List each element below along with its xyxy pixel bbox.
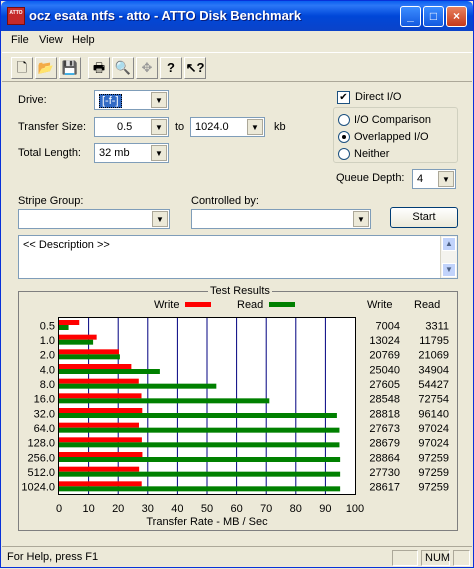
test-results-title: Test Results <box>208 285 272 297</box>
transfer-to-value: 1024.0 <box>195 121 229 133</box>
chevron-down-icon: ▼ <box>152 211 168 227</box>
overlapped-io-label: Overlapped I/O <box>354 131 429 143</box>
neither-label: Neither <box>354 148 390 160</box>
menu-file[interactable]: File <box>11 34 29 46</box>
chevron-down-icon: ▼ <box>247 119 263 135</box>
menu-help[interactable]: Help <box>72 34 95 46</box>
description-text: << Description >> <box>23 239 110 251</box>
description-textarea[interactable]: << Description >> ▲ ▼ <box>18 235 458 279</box>
total-length-label: Total Length: <box>18 147 81 159</box>
atto-app-icon: ATTO <box>7 7 25 25</box>
read-bar <box>59 413 337 418</box>
scroll-down-icon[interactable]: ▼ <box>442 263 456 277</box>
status-num-indicator: NUM <box>421 550 450 566</box>
read-bar <box>59 339 94 345</box>
overlapped-io-radio[interactable] <box>338 131 350 143</box>
menu-view[interactable]: View <box>39 34 63 46</box>
read-bar <box>59 354 120 360</box>
to-label: to <box>175 121 185 133</box>
write-column-header: Write <box>367 299 393 311</box>
read-bar <box>59 486 341 492</box>
drive-label: Drive: <box>18 94 47 106</box>
start-button[interactable]: Start <box>390 207 458 228</box>
title-bar[interactable]: ATTO ocz esata ntfs - atto - ATTO Disk B… <box>1 1 473 31</box>
read-bar <box>59 369 160 374</box>
toolbar: 🗋 📂 💾 🖶 🔍 ✥ ? ↖? <box>2 52 472 82</box>
write-bar <box>59 452 143 457</box>
read-bar <box>59 383 217 389</box>
direct-io-label: Direct I/O <box>355 91 402 103</box>
write-bar <box>59 334 97 340</box>
write-bar <box>59 378 139 384</box>
help-icon[interactable]: ? <box>160 57 182 79</box>
stripe-group-label: Stripe Group: <box>18 195 84 207</box>
read-bar <box>59 398 270 404</box>
read-bar <box>59 457 341 462</box>
open-icon[interactable]: 📂 <box>35 57 57 79</box>
minimize-button[interactable]: _ <box>400 6 421 27</box>
chevron-down-icon: ▼ <box>438 171 454 187</box>
controlled-by-select[interactable]: ▼ <box>191 209 371 229</box>
write-bar <box>59 364 132 369</box>
io-comparison-label: I/O Comparison <box>354 114 432 126</box>
write-bar <box>59 408 143 413</box>
neither-radio[interactable] <box>338 148 350 160</box>
window-title: ocz esata ntfs - atto - ATTO Disk Benchm… <box>29 8 302 23</box>
write-legend-swatch <box>185 302 211 307</box>
chevron-down-icon: ▼ <box>353 211 369 227</box>
status-help-text: For Help, press F1 <box>7 551 99 563</box>
read-legend-label: Read <box>237 299 264 311</box>
kb-unit-label: kb <box>274 121 286 133</box>
transfer-from-select[interactable]: 0.5 ▼ <box>94 117 169 137</box>
status-scrl-cell <box>453 550 470 566</box>
close-button[interactable]: × <box>446 6 467 27</box>
transfer-size-label: Transfer Size: <box>18 121 87 133</box>
save-icon[interactable]: 💾 <box>59 57 81 79</box>
write-bar <box>59 437 142 443</box>
chevron-down-icon: ▼ <box>151 119 167 135</box>
read-bar <box>59 442 340 448</box>
maximize-button[interactable]: □ <box>423 6 444 27</box>
write-bar <box>59 393 142 399</box>
drive-select[interactable]: [-f-] ▼ <box>94 90 169 110</box>
transfer-rate-chart <box>58 317 356 495</box>
context-help-icon[interactable]: ↖? <box>184 57 206 79</box>
transfer-from-value: 0.5 <box>117 121 133 133</box>
transfer-to-select[interactable]: 1024.0 ▼ <box>190 117 265 137</box>
move-icon[interactable]: ✥ <box>136 57 158 79</box>
queue-depth-label: Queue Depth: <box>336 172 405 184</box>
write-bar <box>59 349 120 355</box>
new-icon[interactable]: 🗋 <box>11 57 33 79</box>
app-window: ATTO ocz esata ntfs - atto - ATTO Disk B… <box>0 0 474 568</box>
status-caps-cell <box>392 550 418 566</box>
total-length-select[interactable]: 32 mb ▼ <box>94 143 169 163</box>
write-bar <box>59 422 139 428</box>
stripe-group-select[interactable]: ▼ <box>18 209 170 229</box>
queue-depth-select[interactable]: 4 ▼ <box>412 169 456 189</box>
controlled-by-label: Controlled by: <box>191 195 259 207</box>
read-bar <box>59 471 341 477</box>
write-legend-label: Write <box>154 299 180 311</box>
print-preview-icon[interactable]: 🔍 <box>112 57 134 79</box>
read-legend-swatch <box>269 302 295 307</box>
io-comparison-radio[interactable] <box>338 114 350 126</box>
print-icon[interactable]: 🖶 <box>88 57 110 79</box>
direct-io-checkbox[interactable]: ✔ <box>337 91 350 104</box>
queue-depth-value: 4 <box>417 173 424 185</box>
write-bar <box>59 466 140 472</box>
scroll-up-icon[interactable]: ▲ <box>442 237 456 251</box>
drive-value: [-f-] <box>99 94 122 108</box>
read-bar <box>59 427 340 433</box>
description-scrollbar[interactable]: ▲ ▼ <box>440 236 457 278</box>
write-bar <box>59 481 142 487</box>
menu-bar: File View Help <box>2 31 472 51</box>
chevron-down-icon: ▼ <box>151 145 167 161</box>
chart-svg <box>59 318 341 494</box>
total-length-value: 32 mb <box>99 147 130 159</box>
read-bar <box>59 325 69 330</box>
read-column-header: Read <box>414 299 441 311</box>
write-bar <box>59 320 80 325</box>
status-bar: For Help, press F1 NUM <box>2 546 472 568</box>
chevron-down-icon: ▼ <box>151 92 167 108</box>
